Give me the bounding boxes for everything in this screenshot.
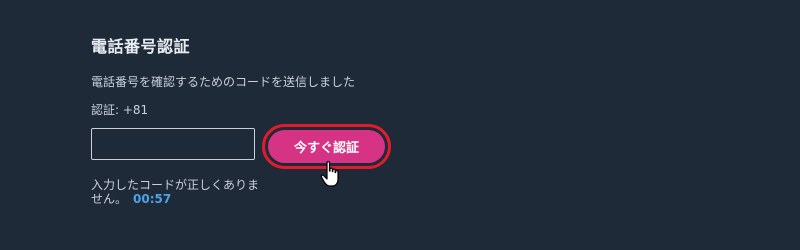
phone-verification-panel: 電話番号認証 電話番号を確認するためのコードを送信しました 認証: +81 今す… [0,0,800,250]
page-title: 電話番号認証 [91,37,191,56]
verify-now-button[interactable]: 今すぐ認証 [268,130,385,163]
hand-pointer-icon [320,161,339,187]
error-text: 入力したコードが正しくありません。 [91,178,260,206]
description-text: 電話番号を確認するためのコードを送信しました [91,75,356,89]
phone-number-label: 認証: +81 [91,103,149,117]
verification-code-input[interactable] [91,128,255,160]
error-message: 入力したコードが正しくありません。 00:57 [91,178,261,206]
countdown-timer: 00:57 [133,192,172,206]
